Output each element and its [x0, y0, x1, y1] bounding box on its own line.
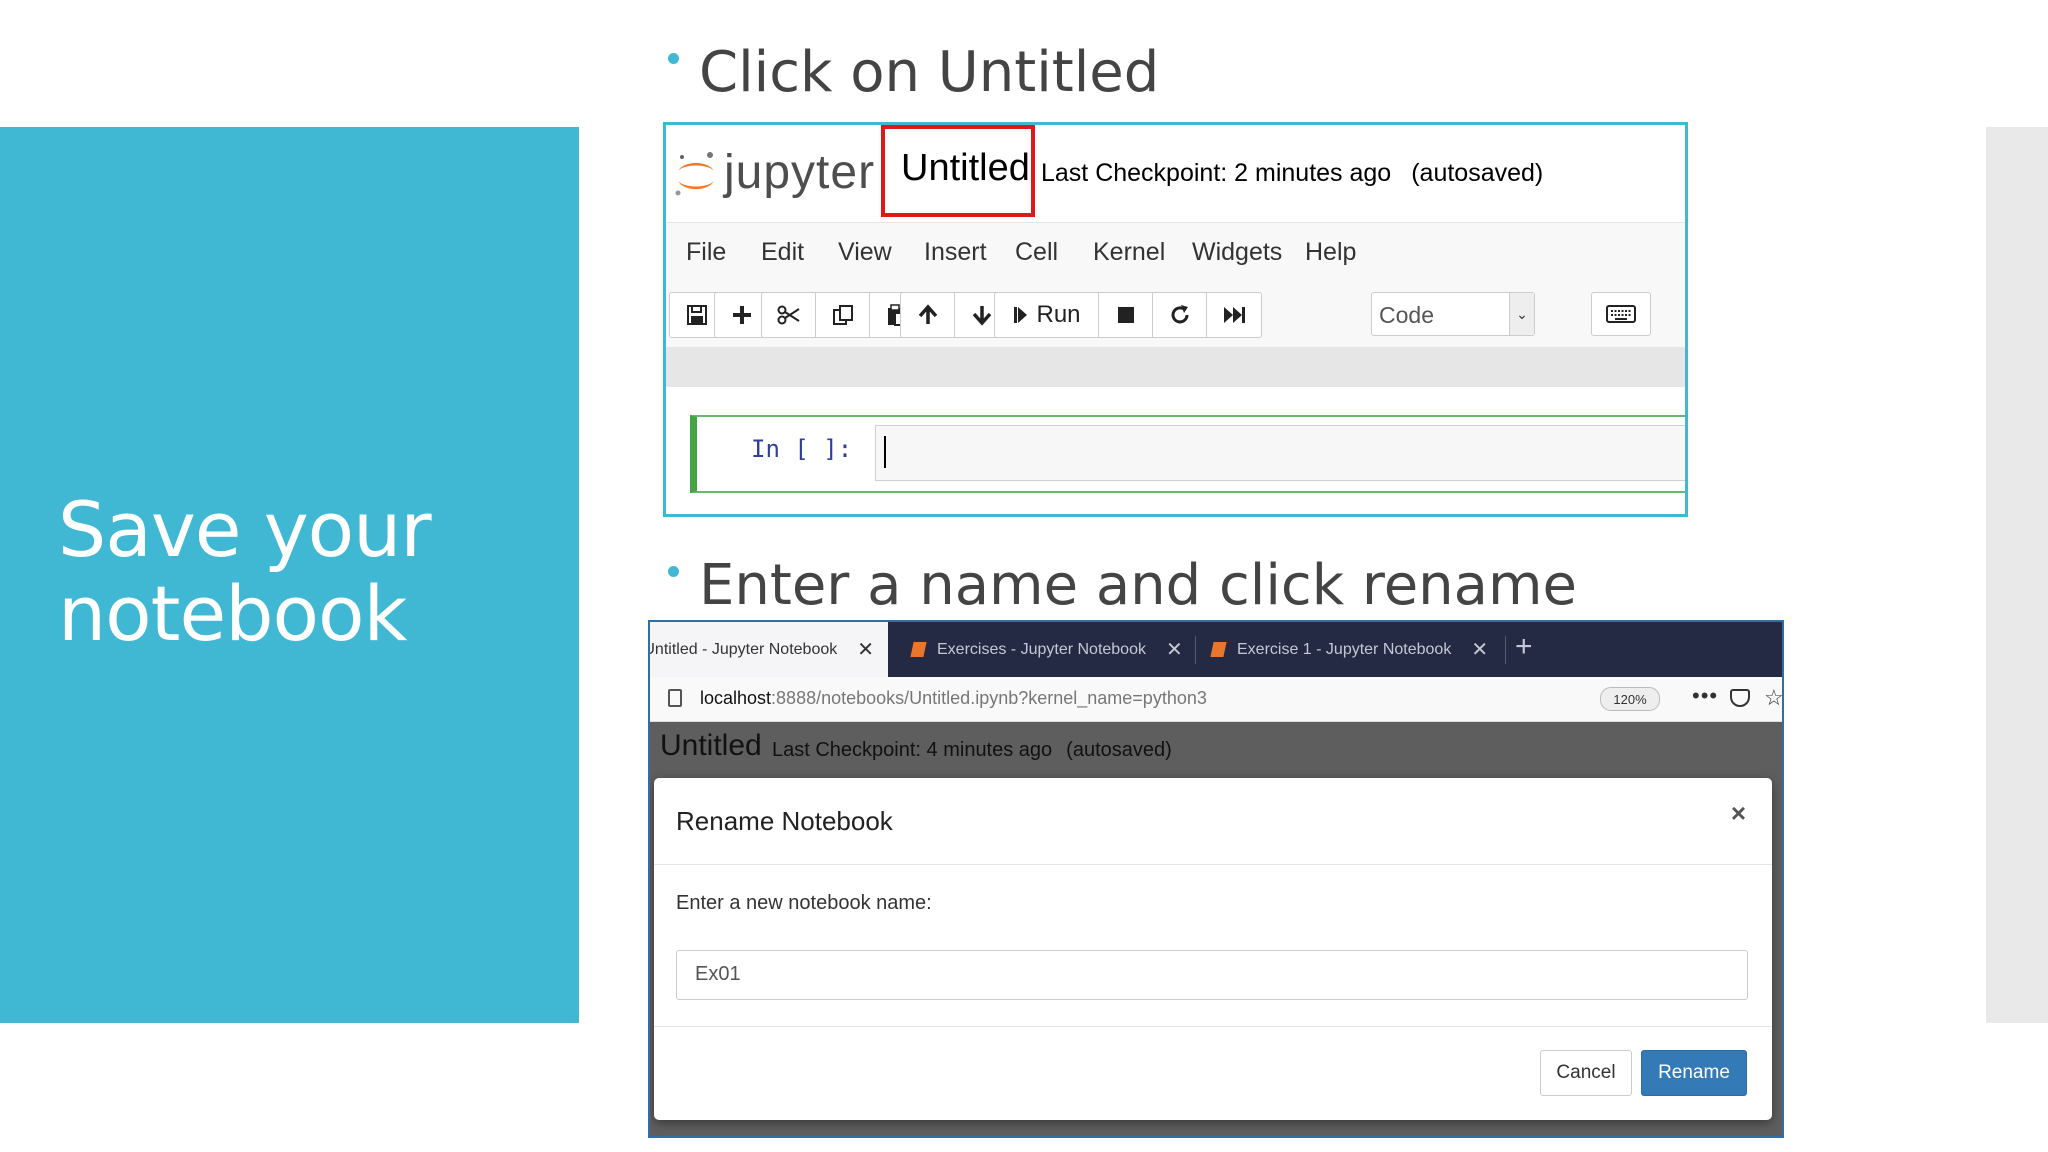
keyboard-shortcuts-button[interactable]: [1591, 292, 1651, 336]
jupyter-book-icon: [1210, 642, 1227, 657]
restart-button[interactable]: [1153, 293, 1207, 337]
slide-title: Save your notebook: [58, 488, 538, 656]
bullet-enter-name: Enter a name and click rename: [668, 549, 1577, 621]
url-path: :8888/notebooks/Untitled.ipynb?kernel_na…: [771, 688, 1207, 708]
jupyter-logo-icon: [675, 152, 714, 196]
page-autosaved-text: (autosaved): [1066, 739, 1172, 761]
copy-button[interactable]: [816, 293, 870, 337]
move-up-button[interactable]: [901, 293, 955, 337]
dialog-title: Rename Notebook: [676, 806, 893, 836]
zoom-level[interactable]: 120%: [1600, 687, 1660, 711]
restart-icon: [1171, 305, 1188, 324]
run-label: Run: [1036, 301, 1081, 328]
menu-insert[interactable]: Insert: [924, 238, 987, 267]
dialog-header-divider: [654, 864, 1772, 865]
keyboard-icon: [1606, 305, 1636, 323]
tab-separator: [1195, 636, 1196, 664]
notebook-toolbar: Run Code ⌄: [666, 280, 1685, 347]
jupyter-logo-text: jupyter: [724, 146, 876, 199]
cell-type-value: Code: [1379, 302, 1434, 328]
bullet-dot-icon: [668, 565, 679, 577]
slide-title-line2: notebook: [58, 569, 407, 658]
menu-view[interactable]: View: [838, 238, 892, 267]
tab-label: Untitled - Jupyter Notebook: [648, 640, 838, 658]
browser-tab-exercises[interactable]: Exercises - Jupyter Notebook ✕: [910, 622, 1183, 677]
browser-tab-bar: Untitled - Jupyter Notebook ✕ Exercises …: [650, 622, 1782, 677]
close-tab-icon[interactable]: ✕: [857, 637, 874, 662]
run-icon: [1014, 307, 1028, 323]
bookmark-star-icon[interactable]: ☆: [1764, 685, 1782, 711]
bullet-text: Enter a name and click rename: [699, 552, 1577, 618]
menu-cell[interactable]: Cell: [1015, 238, 1058, 267]
page-checkpoint-status: Last Checkpoint: 4 minutes ago (autosaved…: [772, 739, 1172, 762]
pocket-icon[interactable]: [1730, 689, 1750, 707]
close-icon[interactable]: ×: [1731, 798, 1746, 829]
rename-button[interactable]: Rename: [1641, 1050, 1747, 1096]
save-icon: [687, 305, 707, 325]
add-cell-icon: [733, 306, 751, 324]
menu-widgets[interactable]: Widgets: [1192, 238, 1282, 267]
fast-forward-button[interactable]: [1207, 293, 1261, 337]
cut-button[interactable]: [762, 293, 816, 337]
browser-tab-exercise1[interactable]: Exercise 1 - Jupyter Notebook ✕: [1210, 622, 1488, 677]
new-tab-icon[interactable]: +: [1515, 630, 1533, 664]
notebook-name-value: Ex01: [695, 963, 741, 985]
jupyter-book-icon: [910, 642, 927, 657]
page-icon: [668, 689, 682, 707]
bullet-text: Click on Untitled: [699, 39, 1160, 105]
tab-label: Exercise 1 - Jupyter Notebook: [1237, 640, 1452, 658]
cut-icon: [777, 305, 800, 325]
notebook-name-input[interactable]: Ex01: [676, 950, 1748, 1000]
cell-type-select[interactable]: Code ⌄: [1371, 292, 1535, 336]
menu-help[interactable]: Help: [1305, 238, 1356, 267]
menu-edit[interactable]: Edit: [761, 238, 804, 267]
run-button[interactable]: Run: [995, 293, 1099, 337]
toolbar-separator: [666, 347, 1685, 387]
tab-label: Exercises - Jupyter Notebook: [937, 640, 1146, 658]
address-bar[interactable]: localhost:8888/notebooks/Untitled.ipynb?…: [650, 677, 1782, 722]
jupyter-header-screenshot: jupyter Untitled Last Checkpoint: 2 minu…: [663, 122, 1688, 517]
menu-bar: File Edit View Insert Cell Kernel Widget…: [666, 222, 1685, 281]
checkpoint-text: Last Checkpoint: 2 minutes ago: [1041, 159, 1392, 187]
jupyter-header: jupyter Untitled Last Checkpoint: 2 minu…: [666, 125, 1685, 220]
copy-icon: [832, 305, 853, 325]
page-header-dimmed: Untitled Last Checkpoint: 4 minutes ago (…: [650, 722, 1782, 772]
cell-input[interactable]: [875, 425, 1685, 481]
rename-dialog: Rename Notebook × Enter a new notebook n…: [654, 778, 1772, 1120]
slide-title-line1: Save your: [58, 485, 432, 574]
more-actions-icon[interactable]: •••: [1692, 683, 1718, 709]
close-tab-icon[interactable]: ✕: [1166, 637, 1183, 662]
checkpoint-status: Last Checkpoint: 2 minutes ago (autosaved…: [1041, 159, 1543, 188]
url-text: localhost:8888/notebooks/Untitled.ipynb?…: [700, 688, 1207, 709]
text-cursor: [884, 436, 886, 468]
highlight-box: [881, 125, 1035, 217]
dialog-footer-divider: [654, 1026, 1772, 1027]
cancel-button[interactable]: Cancel: [1540, 1050, 1632, 1096]
browser-tab-untitled[interactable]: Untitled - Jupyter Notebook ✕: [648, 622, 888, 677]
autosaved-text: (autosaved): [1411, 159, 1544, 187]
tab-separator: [1505, 636, 1506, 664]
cell-prompt: In [ ]:: [751, 435, 853, 463]
stop-icon: [1117, 307, 1134, 323]
move-down-icon: [972, 306, 992, 326]
bullet-dot-icon: [668, 52, 679, 64]
side-decoration: [1986, 127, 2048, 1023]
menu-kernel[interactable]: Kernel: [1093, 238, 1165, 267]
code-cell[interactable]: In [ ]:: [690, 415, 1685, 493]
menu-file[interactable]: File: [686, 238, 726, 267]
chevron-down-icon: ⌄: [1509, 293, 1534, 335]
run-group: Run: [994, 292, 1262, 338]
move-up-icon: [918, 304, 937, 324]
stop-button[interactable]: [1099, 293, 1153, 337]
dialog-label: Enter a new notebook name:: [676, 892, 932, 914]
close-tab-icon[interactable]: ✕: [1471, 637, 1488, 662]
fast-forward-icon: [1224, 307, 1245, 323]
page-checkpoint-text: Last Checkpoint: 4 minutes ago: [772, 739, 1053, 761]
rename-dialog-screenshot: Untitled - Jupyter Notebook ✕ Exercises …: [648, 620, 1784, 1138]
bullet-click-untitled: Click on Untitled: [668, 36, 1159, 108]
page-notebook-name: Untitled: [660, 729, 762, 762]
url-host: localhost: [700, 688, 772, 708]
